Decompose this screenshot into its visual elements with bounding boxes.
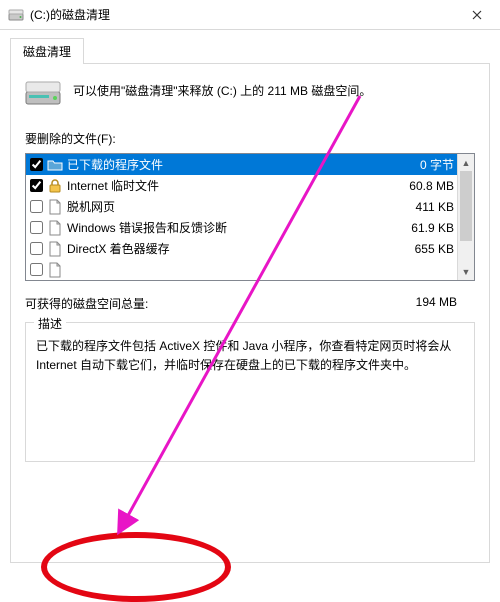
intro-text: 可以使用"磁盘清理"来释放 (C:) 上的 211 MB 磁盘空间。 — [73, 78, 371, 100]
file-list-row[interactable]: Windows 错误报告和反馈诊断61.9 KB — [26, 217, 474, 238]
scroll-thumb[interactable] — [460, 171, 472, 241]
file-list-row[interactable]: Internet 临时文件60.8 MB — [26, 175, 474, 196]
file-type-icon — [47, 220, 63, 236]
scroll-down-icon[interactable]: ▼ — [458, 263, 474, 280]
description-group: 描述 已下载的程序文件包括 ActiveX 控件和 Java 小程序，你查看特定… — [25, 322, 475, 462]
dialog-content: 磁盘清理 可以使用"磁盘清理"来释放 (C:) 上的 211 MB 磁盘空间。 … — [0, 30, 500, 563]
file-type-icon — [47, 157, 63, 173]
tab-panel: 可以使用"磁盘清理"来释放 (C:) 上的 211 MB 磁盘空间。 要删除的文… — [10, 63, 490, 563]
file-label: 脱机网页 — [67, 198, 416, 215]
annotation-ellipse — [41, 532, 231, 602]
file-checkbox[interactable] — [30, 200, 43, 213]
file-label: Internet 临时文件 — [67, 177, 409, 194]
file-list-row[interactable]: DirectX 着色器缓存655 KB — [26, 238, 474, 259]
file-checkbox[interactable] — [30, 263, 43, 276]
file-label: Windows 错误报告和反馈诊断 — [67, 219, 411, 236]
file-list-row[interactable] — [26, 259, 474, 280]
scroll-up-icon[interactable]: ▲ — [458, 154, 474, 171]
window-title: (C:)的磁盘清理 — [30, 6, 110, 23]
close-button[interactable] — [454, 0, 500, 30]
file-label: 已下载的程序文件 — [67, 156, 420, 173]
file-type-icon — [47, 199, 63, 215]
file-label: DirectX 着色器缓存 — [67, 240, 415, 257]
file-checkbox[interactable] — [30, 158, 43, 171]
total-label: 可获得的磁盘空间总量: — [25, 295, 416, 312]
files-to-delete-label: 要删除的文件(F): — [25, 130, 475, 147]
tab-strip: 磁盘清理 — [10, 38, 490, 64]
description-legend: 描述 — [34, 315, 66, 332]
file-type-icon — [47, 178, 63, 194]
titlebar: (C:)的磁盘清理 — [0, 0, 500, 30]
drive-icon — [8, 7, 24, 23]
file-checkbox[interactable] — [30, 221, 43, 234]
description-text: 已下载的程序文件包括 ActiveX 控件和 Java 小程序，你查看特定网页时… — [36, 337, 464, 375]
tab-disk-cleanup[interactable]: 磁盘清理 — [10, 38, 84, 64]
total-value: 194 MB — [416, 295, 475, 312]
file-checkbox[interactable] — [30, 242, 43, 255]
file-list[interactable]: 已下载的程序文件0 字节Internet 临时文件60.8 MB脱机网页411 … — [25, 153, 475, 281]
file-type-icon — [47, 241, 63, 257]
file-checkbox[interactable] — [30, 179, 43, 192]
file-list-row[interactable]: 已下载的程序文件0 字节 — [26, 154, 474, 175]
intro-row: 可以使用"磁盘清理"来释放 (C:) 上的 211 MB 磁盘空间。 — [25, 78, 475, 108]
total-row: 可获得的磁盘空间总量: 194 MB — [25, 295, 475, 312]
scrollbar[interactable]: ▲ ▼ — [457, 154, 474, 280]
drive-large-icon — [25, 78, 61, 108]
file-type-icon — [47, 262, 63, 278]
file-list-row[interactable]: 脱机网页411 KB — [26, 196, 474, 217]
